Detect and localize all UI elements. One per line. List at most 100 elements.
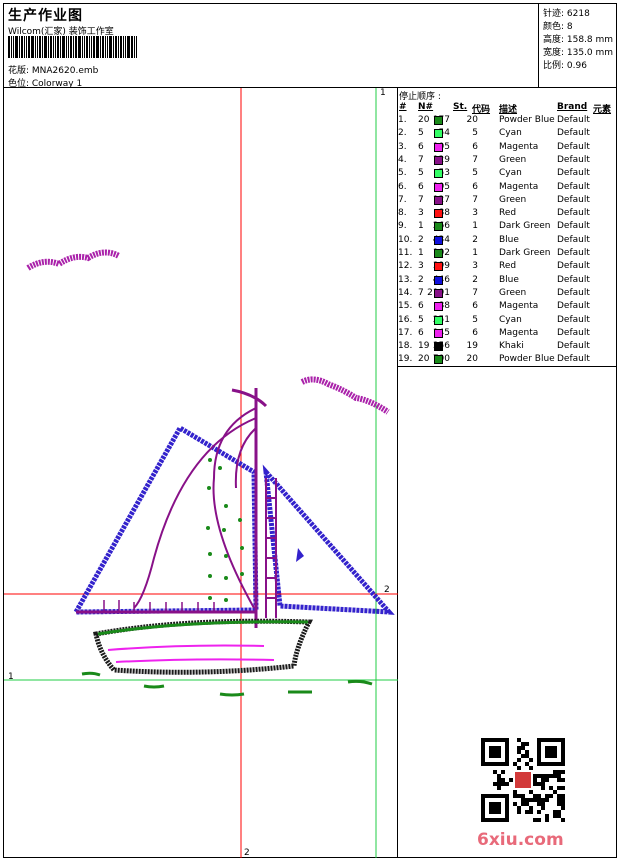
pennant [296, 548, 304, 562]
row-brand: Default [557, 274, 590, 285]
row-brand: Default [557, 221, 590, 232]
barcode-bar [11, 36, 12, 58]
color-swatch [434, 155, 443, 165]
row-description: Dark Green [499, 248, 551, 258]
row-brand: Default [557, 354, 590, 365]
col-header-n: N# [418, 102, 434, 112]
row-description: Blue [499, 234, 519, 245]
color-swatch [434, 209, 443, 219]
row-description: Magenta [499, 181, 539, 192]
barcode-bar [35, 36, 36, 58]
color-swatch [434, 342, 443, 352]
color-swatch [434, 275, 443, 285]
barcode-bar [8, 36, 10, 58]
row-index: 18. [398, 341, 413, 352]
row-description: Red [499, 261, 517, 272]
barcode-bar [131, 36, 133, 58]
barcode-bar [93, 36, 95, 58]
barcode-bar [100, 36, 101, 58]
row-index: 19. [398, 354, 413, 365]
row-brand: Default [557, 128, 590, 139]
row-code: 20 [466, 354, 478, 365]
row-code: 6 [472, 301, 478, 312]
table-row: 2. 5 54 5 Cyan Default [398, 128, 616, 141]
row-brand: Default [557, 141, 590, 152]
color-swatch [434, 328, 443, 338]
row-index: 7. [398, 194, 407, 205]
row-code: 6 [472, 141, 478, 152]
table-row: 18.1935619KhakiDefault [398, 341, 616, 354]
barcode-bar [109, 36, 112, 58]
color-swatch [434, 235, 443, 245]
row-code: 20 [466, 115, 478, 125]
table-row: 19.2070020Powder BlueDefault [398, 354, 616, 367]
row-index: 6. [398, 181, 407, 192]
row-description: Green [499, 154, 527, 165]
barcode-bar [84, 36, 85, 58]
color-swatch [434, 262, 443, 272]
row-description: Cyan [499, 314, 522, 325]
axis-label-h-red: 2 [384, 585, 390, 595]
row-index: 1. [398, 115, 407, 125]
row-code: 7 [472, 194, 478, 205]
row-index: 12. [398, 261, 413, 272]
row-description: Blue [499, 274, 519, 285]
row-index: 9. [398, 221, 407, 232]
row-index: 13. [398, 274, 413, 285]
barcode-bar [73, 36, 74, 58]
row-code: 6 [472, 327, 478, 338]
barcode-bar [118, 36, 119, 58]
barcode-bar [19, 36, 20, 58]
barcode-bar [113, 36, 114, 58]
axis-label-v-green: 1 [380, 88, 386, 98]
row-description: Powder Blue [499, 115, 555, 125]
stat-stitches: 针迹: 6218 [543, 9, 590, 19]
table-row: 3.61056MagentaDefault [398, 142, 616, 155]
col-header-code: 代码 [472, 105, 491, 115]
row-index: 8. [398, 208, 407, 219]
row-code: 5 [472, 168, 478, 179]
row-code: 19 [466, 341, 478, 352]
row-index: 11. [398, 248, 413, 258]
row-code: 7 [472, 154, 478, 165]
flag [231, 388, 268, 408]
barcode [8, 36, 138, 58]
pattern-file: 花版: MNA2620.emb [8, 66, 99, 76]
row-code: 5 [472, 128, 478, 139]
row-description: Magenta [499, 327, 539, 338]
barcode-bar [125, 36, 126, 58]
table-row: 12.33993RedDefault [398, 261, 616, 274]
barcode-bar [15, 36, 18, 58]
barcode-bar [89, 36, 90, 58]
table-row: 9.12661Dark GreenDefault [398, 221, 616, 234]
row-description: Red [499, 208, 517, 219]
row-code: 1 [472, 248, 478, 258]
barcode-bar [105, 36, 106, 58]
row-brand: Default [557, 168, 590, 179]
qr-code [481, 738, 565, 822]
row-brand: Default [557, 181, 590, 192]
barcode-bar [136, 36, 137, 58]
table-row: 6.61056MagentaDefault [398, 182, 616, 195]
row-index: 15. [398, 301, 413, 312]
col-header-index: # [399, 102, 407, 112]
row-description: Khaki [499, 341, 524, 352]
table-row: 5. 5 53 5 Cyan Default [398, 168, 616, 181]
color-swatch [434, 288, 443, 298]
col-header-desc: 描述 [499, 105, 518, 115]
stat-width: 宽度: 135.0 mm [543, 48, 614, 58]
color-swatch [434, 302, 443, 312]
page-title: 生产作业图 [8, 8, 83, 24]
table-row: 1.2017720Powder BlueDefault [398, 115, 616, 128]
color-swatch [434, 116, 443, 125]
stop-sequence-title: 停止顺序 : [399, 92, 441, 102]
row-code: 5 [472, 314, 478, 325]
row-description: Powder Blue [499, 354, 555, 365]
table-row: 13.24462BlueDefault [398, 275, 616, 288]
barcode-bar [115, 36, 117, 58]
watermark: 6xiu.com [477, 830, 564, 850]
row-index: 16. [398, 314, 413, 325]
axis-label-v-red: 2 [244, 848, 250, 858]
barcode-bar [127, 36, 130, 58]
barcode-bar [102, 36, 104, 58]
